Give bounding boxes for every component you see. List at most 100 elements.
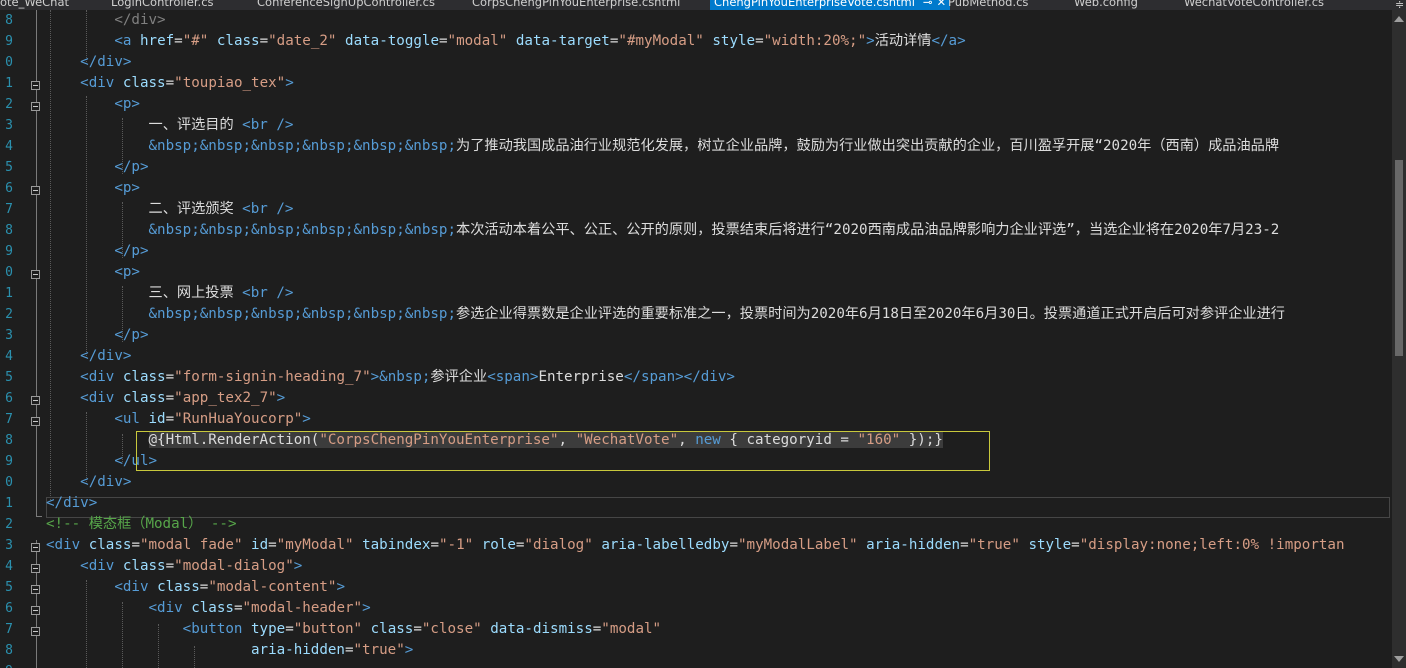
- collapse-icon[interactable]: [31, 396, 40, 405]
- html-comment: <!-- 模态框（Modal） -->: [46, 516, 237, 532]
- text-content: 一、评选目的: [148, 117, 243, 133]
- collapse-icon[interactable]: [31, 543, 40, 552]
- code-line-razor: @{Html.RenderAction("CorpsChengPinYouEnt…: [46, 430, 1392, 451]
- razor-open: @{: [148, 432, 166, 448]
- text-content: 本次活动本着公平、公正、公开的原则，投票结束后将进行“2020西南成品油品牌影响…: [456, 222, 1280, 238]
- attr-name: class: [122, 558, 166, 574]
- tag-bracket: >: [276, 390, 286, 406]
- tag-open: <div: [114, 579, 149, 595]
- code-line: <p>: [46, 262, 1392, 283]
- tag-close: </a>: [931, 33, 966, 49]
- line-number: 1: [5, 76, 13, 91]
- html-entity: &nbsp;&nbsp;&nbsp;&nbsp;&nbsp;&nbsp;: [148, 138, 457, 154]
- attr-value: "modal-content": [208, 579, 337, 595]
- tag-open: <p>: [114, 96, 140, 112]
- code-line: 二、评选颁奖 <br />: [46, 199, 1392, 220]
- vertical-scrollbar[interactable]: [1392, 10, 1406, 668]
- tag-open: <ul: [114, 411, 140, 427]
- tab-wechat-vote-controller[interactable]: WechatVoteController.cs: [1184, 0, 1324, 10]
- collapse-icon[interactable]: [31, 627, 40, 636]
- tag-br: <br />: [242, 117, 294, 133]
- line-number: 3: [5, 328, 13, 343]
- collapse-icon[interactable]: [31, 186, 40, 195]
- scroll-down-icon[interactable]: [1394, 656, 1404, 662]
- code-text: { categoryid =: [720, 432, 858, 448]
- scrollbar-thumb[interactable]: [1395, 160, 1403, 356]
- line-number: 0: [5, 265, 13, 280]
- tag-bracket: >: [293, 558, 303, 574]
- line-number: 4: [5, 349, 13, 364]
- tag-bracket: >: [336, 579, 345, 595]
- tab-conference-signup-controller[interactable]: ConferenceSignUpController.cs: [257, 0, 435, 10]
- attr-value: "true": [353, 642, 405, 658]
- tab-pubmethod[interactable]: PubMethod.cs: [948, 0, 1028, 10]
- text-content: Enterprise: [538, 369, 624, 385]
- line-number: 0: [5, 475, 13, 490]
- code-line: </div>: [46, 472, 1392, 493]
- code-editor[interactable]: </div> <a href="#" class="date_2" data-t…: [46, 10, 1392, 668]
- scroll-up-icon[interactable]: [1394, 16, 1404, 22]
- code-line: &nbsp;&nbsp;&nbsp;&nbsp;&nbsp;&nbsp;本次活动…: [46, 220, 1392, 241]
- line-number: 5: [5, 370, 13, 385]
- html-entity: &nbsp;&nbsp;&nbsp;&nbsp;&nbsp;&nbsp;: [148, 306, 457, 322]
- tag-close: </div>: [46, 495, 98, 511]
- tab-ote-wechat[interactable]: ote_WeChat: [0, 0, 69, 10]
- punct: ,: [558, 432, 576, 448]
- attr-value: "-1": [438, 537, 474, 553]
- text-content: 二、评选颁奖: [148, 201, 243, 217]
- collapse-icon[interactable]: [31, 564, 40, 573]
- html-entity: &nbsp;: [379, 369, 431, 385]
- line-number: 8: [5, 223, 13, 238]
- tab-login-controller[interactable]: LoginController.cs: [111, 0, 214, 10]
- code-line: <div class="modal-header">: [148, 600, 371, 616]
- line-number: 7: [5, 412, 13, 427]
- collapse-icon[interactable]: [31, 81, 40, 90]
- attr-value: "true": [968, 537, 1020, 553]
- document-tab-bar: ote_WeChat LoginController.cs Conference…: [0, 0, 1406, 10]
- tag-open: <p>: [114, 264, 140, 280]
- tag-close: </div>: [80, 348, 132, 364]
- code-line: 一、评选目的 <br />: [46, 115, 1392, 136]
- tag-close: </div>: [114, 12, 166, 28]
- attr-name: data-target: [515, 33, 610, 49]
- attr-name: style: [1028, 537, 1072, 553]
- tab-corps-chengpinyou-enterprise[interactable]: CorpsChengPinYouEnterprise.cshtml: [472, 0, 680, 10]
- line-number: 9: [5, 454, 13, 469]
- attr-name: tabindex: [362, 537, 431, 553]
- tab-overflow-icon[interactable]: ≑: [1395, 0, 1406, 10]
- code-line: </div>: [46, 10, 1392, 31]
- code-text: });: [900, 432, 935, 448]
- attr-name: type: [251, 621, 286, 637]
- tag-close: </p>: [114, 243, 149, 259]
- attr-value: "button": [293, 621, 363, 637]
- code-line: <ul id="RunHuaYoucorp">: [114, 411, 311, 427]
- code-line: <div class="modal-content">: [114, 579, 345, 595]
- code-line: aria-hidden="true">: [251, 642, 414, 658]
- tag-open: <div: [80, 390, 115, 406]
- collapse-icon[interactable]: [31, 585, 40, 594]
- tab-web-config[interactable]: Web.config: [1074, 0, 1138, 10]
- code-line: <button type="button" class="close" data…: [182, 621, 662, 637]
- line-number: 9: [0, 661, 14, 668]
- tab-chengpinyou-enterprise-vote[interactable]: ChengPinYouEnterpriseVote.cshtml ⊸ ✕: [710, 0, 951, 10]
- close-icon[interactable]: ✕: [937, 0, 947, 9]
- tag-close: </ul>: [114, 453, 158, 469]
- line-number: 0: [5, 55, 13, 70]
- text-content: 参选企业得票数是企业评选的重要标准之一，投票时间为2020年6月18日至2020…: [456, 306, 1285, 322]
- attr-value: "myModalLabel": [737, 537, 858, 553]
- attr-name: class: [157, 579, 200, 595]
- attr-value: "width:20%;": [763, 33, 867, 49]
- pin-icon[interactable]: ⊸: [923, 0, 933, 9]
- attr-value: "form-signin-heading_7": [174, 369, 371, 385]
- code-line: <!-- 模态框（Modal） -->: [46, 514, 1392, 535]
- code-line: <div class="toupiao_tex">: [80, 75, 294, 91]
- attr-value: "modal": [601, 621, 662, 637]
- collapse-icon[interactable]: [31, 417, 40, 426]
- line-number: 8: [5, 643, 13, 658]
- collapse-icon[interactable]: [31, 270, 40, 279]
- code-line: &nbsp;&nbsp;&nbsp;&nbsp;&nbsp;&nbsp;参选企业…: [46, 304, 1392, 325]
- collapse-icon[interactable]: [31, 606, 40, 615]
- attr-name: class: [122, 390, 166, 406]
- collapse-icon[interactable]: [31, 102, 40, 111]
- attr-value: "app_tex2_7": [174, 390, 277, 406]
